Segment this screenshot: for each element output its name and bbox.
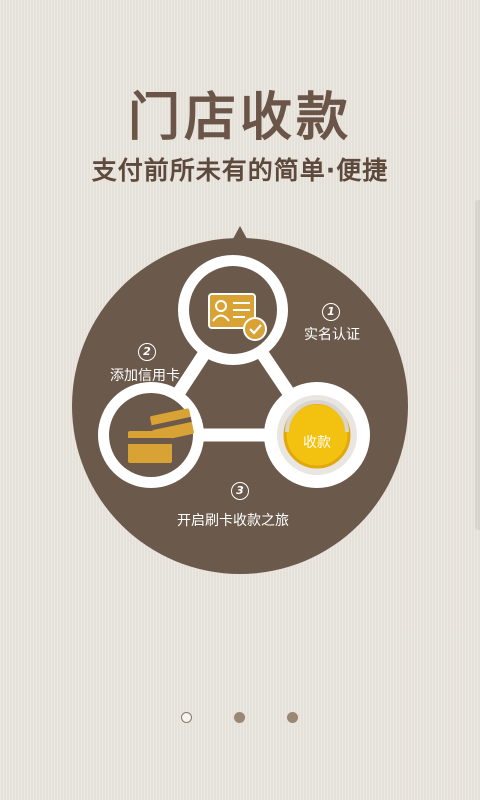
step-label-3: 开启刷卡收款之旅 [177,513,289,529]
pay-button[interactable]: 收款 [287,432,347,452]
steps-diagram: 1 实名认证 2 添加信用卡 3 开启刷卡收款之旅 收款 [0,222,480,582]
step-label-1: 实名认证 [304,327,360,343]
page-title: 门店收款 [127,88,352,148]
page-subtitle: 支付前所未有的简单·便捷 [91,156,389,185]
bubble-pointer [228,226,252,248]
page-indicator [0,712,480,726]
page-dot-2[interactable] [234,712,245,723]
step-label-2: 添加信用卡 [110,368,180,384]
page-dot-1[interactable] [181,712,192,723]
step-number-1: 1 [322,303,340,321]
step-number-3: 3 [231,482,249,500]
step-number-2: 2 [138,343,156,361]
page-dot-3[interactable] [287,712,298,723]
